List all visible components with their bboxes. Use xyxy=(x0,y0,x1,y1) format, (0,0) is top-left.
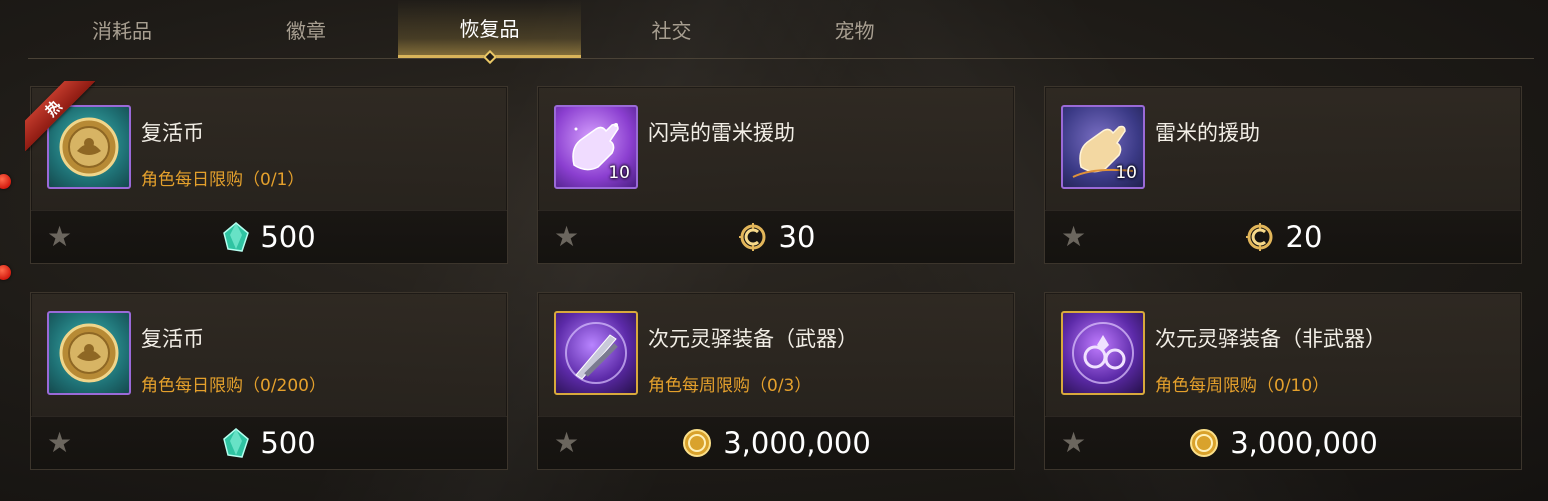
item-icon-frame: 10 xyxy=(1061,105,1145,189)
price: 500 xyxy=(31,211,507,263)
shop-item-card[interactable]: 10 闪亮的雷米援助 ★ 30 xyxy=(537,86,1015,264)
price-value: 500 xyxy=(260,220,316,254)
item-icon-frame xyxy=(1061,311,1145,395)
hot-badge: 热 xyxy=(25,81,95,151)
tab-label: 消耗品 xyxy=(92,18,152,43)
item-quantity: 10 xyxy=(1115,163,1137,183)
shop-item-card[interactable]: 复活币 角色每日限购（0/200） ★ 500 xyxy=(30,292,508,470)
purchase-limit: 角色每周限购（0/3） xyxy=(648,376,812,396)
item-name: 复活币 xyxy=(141,121,204,145)
c-coin-icon xyxy=(738,223,766,251)
price: 3,000,000 xyxy=(1045,417,1521,469)
item-quantity: 10 xyxy=(608,163,630,183)
price: 20 xyxy=(1045,211,1521,263)
tab-label: 社交 xyxy=(651,18,692,43)
price: 3,000,000 xyxy=(538,417,1014,469)
price-value: 3,000,000 xyxy=(1230,426,1378,460)
tab-bar: 消耗品 徽章 恢复品 社交 宠物 xyxy=(28,0,1534,65)
item-name: 雷米的援助 xyxy=(1155,121,1260,145)
shop-item-card[interactable]: 热 复活币 角色每日限购（0/1） ★ 500 xyxy=(25,81,508,264)
item-icon-frame: 10 xyxy=(554,105,638,189)
tab-label: 徽章 xyxy=(286,18,326,43)
notification-dot xyxy=(0,174,11,189)
dimension-armor-icon xyxy=(1072,322,1134,384)
purchase-limit: 角色每周限购（0/10） xyxy=(1155,376,1330,396)
revive-coin-icon xyxy=(59,323,119,383)
c-coin-icon xyxy=(1245,223,1273,251)
item-name: 闪亮的雷米援助 xyxy=(648,121,795,145)
active-tab-indicator xyxy=(482,49,497,65)
gold-coin-icon xyxy=(1190,429,1219,457)
price-value: 20 xyxy=(1285,220,1323,254)
price-value: 30 xyxy=(778,220,816,254)
purchase-limit: 角色每日限购（0/200） xyxy=(141,376,326,396)
price: 500 xyxy=(31,417,507,469)
item-icon-frame xyxy=(47,311,131,395)
tab-label: 恢复品 xyxy=(459,17,520,41)
dimension-weapon-icon xyxy=(565,322,627,384)
price-value: 500 xyxy=(260,426,316,460)
purchase-limit: 角色每日限购（0/1） xyxy=(141,170,305,190)
price: 30 xyxy=(538,211,1014,263)
tab-pets[interactable]: 宠物 xyxy=(763,0,946,58)
shop-item-card[interactable]: 次元灵驿装备（武器） 角色每周限购（0/3） ★ 3,000,000 xyxy=(537,292,1015,470)
tab-badges[interactable]: 徽章 xyxy=(212,0,400,58)
hot-badge-label: 热 xyxy=(41,96,66,121)
price-value: 3,000,000 xyxy=(723,426,871,460)
item-name: 次元灵驿装备（非武器） xyxy=(1155,327,1386,351)
tab-consumables[interactable]: 消耗品 xyxy=(28,0,216,58)
gem-icon xyxy=(223,222,250,252)
tab-social[interactable]: 社交 xyxy=(580,0,763,58)
item-name: 次元灵驿装备（武器） xyxy=(648,327,858,351)
item-icon-frame xyxy=(554,311,638,395)
tab-label: 宠物 xyxy=(834,18,875,43)
notification-dot xyxy=(0,265,11,280)
gold-coin-icon xyxy=(683,429,712,457)
shop-item-card[interactable]: 10 雷米的援助 ★ 20 xyxy=(1044,86,1522,264)
gem-icon xyxy=(223,428,250,458)
item-name: 复活币 xyxy=(141,327,204,351)
tab-recovery[interactable]: 恢复品 xyxy=(398,0,581,65)
shop-item-card[interactable]: 次元灵驿装备（非武器） 角色每周限购（0/10） ★ 3,000,000 xyxy=(1044,292,1522,470)
